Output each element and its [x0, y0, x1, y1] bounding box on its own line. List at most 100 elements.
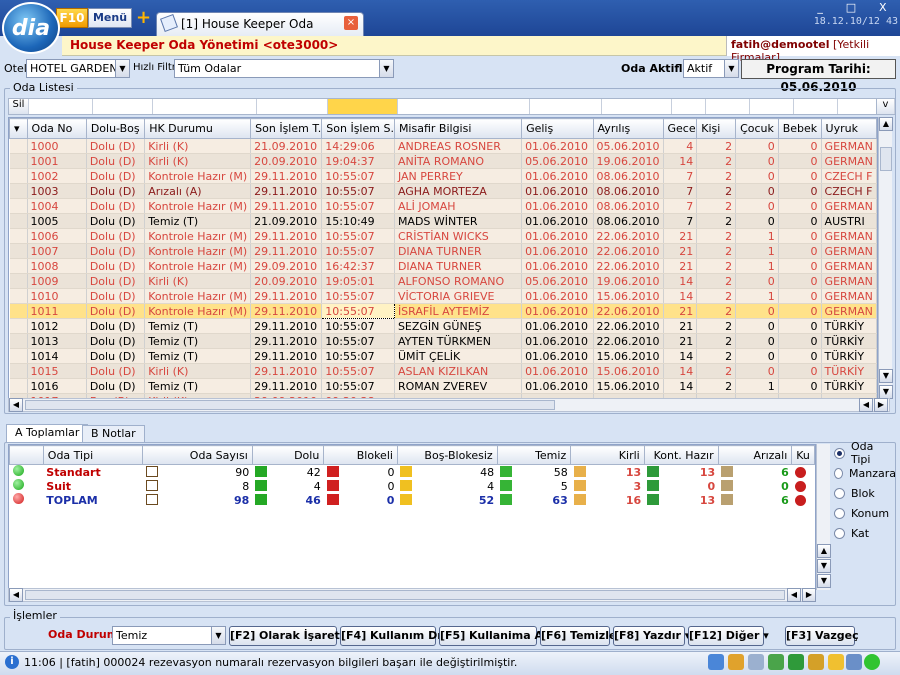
tab-close-button[interactable]: ×	[344, 16, 358, 30]
summary-vscroll[interactable]: ▲ ▼ ▼	[816, 444, 831, 590]
table-row[interactable]: 1002 Dolu (D) Kontrole Hazır (M) 29.11.2010…	[9, 168, 877, 184]
table-row[interactable]: 1000 Dolu (D) Kirli (K) 21.09.2010 14:29:06 A…	[9, 138, 877, 154]
radio-manzara[interactable]: Manzara	[834, 463, 896, 483]
tab-toplamlar[interactable]: A Toplamlar	[6, 424, 89, 442]
scroll-bottom-icon[interactable]: ▼	[817, 574, 831, 588]
radio-oda-tipi[interactable]: Oda Tipi	[834, 440, 896, 466]
column-header[interactable]: Kişi	[696, 118, 737, 139]
row-indicator[interactable]	[9, 153, 28, 169]
maximize-button[interactable]: □	[846, 1, 856, 15]
table-row[interactable]: 1009 Dolu (D) Kirli (K) 20.09.2010 19:05:01 A…	[9, 273, 877, 289]
f2-mark-button[interactable]: [F2] Olarak İşaretle	[229, 626, 351, 646]
column-header[interactable]: Oda Tipi	[42, 445, 144, 465]
table-row[interactable]: 1012 Dolu (D) Temiz (T) 29.11.2010 10:55:07 S…	[9, 318, 877, 334]
row-indicator[interactable]	[9, 198, 28, 214]
radio-button[interactable]	[834, 507, 845, 519]
scroll-up-icon[interactable]: ▲	[817, 544, 831, 558]
filter-cell[interactable]	[672, 99, 706, 114]
column-header[interactable]: Dolu-Boş	[85, 118, 146, 139]
otel-select[interactable]: HOTEL GARDEN ▼	[26, 59, 130, 78]
table-row[interactable]: 1010 Dolu (D) Kontrole Hazır (M) 29.11.2010…	[9, 288, 877, 304]
new-tab-plus-icon[interactable]: +	[136, 8, 152, 28]
hscroll-thumb[interactable]	[25, 400, 555, 410]
radio-blok[interactable]: Blok	[834, 483, 896, 503]
f8-print-button[interactable]: [F8] Yazdır ▾	[613, 626, 690, 646]
radio-konum[interactable]: Konum	[834, 503, 896, 523]
column-header[interactable]: Blokeli	[323, 445, 398, 465]
filter-cell[interactable]	[794, 99, 838, 114]
tab-house-keeper[interactable]: [1] House Keeper Oda Yönetimi	[156, 12, 364, 53]
scroll-left-icon[interactable]: ◀	[9, 588, 23, 602]
row-indicator[interactable]	[9, 138, 28, 154]
filter-cell[interactable]	[93, 99, 153, 114]
download-icon[interactable]	[808, 654, 824, 670]
row-indicator[interactable]	[9, 213, 28, 229]
row-indicator[interactable]	[9, 288, 28, 304]
chevron-down-icon[interactable]: ▼	[115, 60, 129, 77]
online-status-icon[interactable]	[864, 654, 880, 670]
radio-button[interactable]	[834, 527, 845, 539]
scroll-bottom-icon[interactable]: ▼	[879, 385, 893, 399]
column-header[interactable]: Temiz	[496, 445, 572, 465]
f10-button[interactable]: F10	[56, 8, 88, 28]
filter-cell[interactable]	[257, 99, 328, 114]
f6-clean-button[interactable]: [F6] Temizle	[540, 626, 616, 646]
filter-cell[interactable]	[602, 99, 672, 114]
sil-button[interactable]: Sil	[9, 99, 29, 114]
scroll-down-icon[interactable]: ▼	[879, 369, 893, 383]
row-indicator[interactable]	[9, 258, 28, 274]
column-header[interactable]: Son İşlem T.	[250, 118, 323, 139]
table-row[interactable]: 1014 Dolu (D) Temiz (T) 29.11.2010 10:55:07 Ü…	[9, 348, 877, 364]
column-header[interactable]: Boş-Blokesiz	[396, 445, 498, 465]
row-indicator[interactable]	[9, 378, 28, 394]
row-indicator[interactable]	[9, 243, 28, 259]
radio-button[interactable]	[834, 467, 844, 479]
help-icon[interactable]	[708, 654, 724, 670]
currency-icon[interactable]	[788, 654, 804, 670]
table-row[interactable]: 1003 Dolu (D) Arızalı (A) 29.11.2010 10:55:0…	[9, 183, 877, 199]
chevron-down-icon[interactable]: ▼	[211, 627, 225, 644]
table-row[interactable]: 1016 Dolu (D) Temiz (T) 29.11.2010 10:55:07 R…	[9, 378, 877, 394]
row-indicator[interactable]	[9, 348, 28, 364]
column-header[interactable]: Kirli	[570, 445, 645, 465]
table-row[interactable]: 1011 Dolu (D) Kontrole Hazır (M) 29.11.2010…	[9, 303, 877, 319]
summary-grid[interactable]: Oda Tipi Oda Sayısı Dolu Blokeli Boş-Blokesi…	[8, 444, 816, 590]
row-indicator[interactable]	[9, 183, 28, 199]
column-header[interactable]: Uyruk	[820, 118, 877, 139]
table-row[interactable]: 1015 Dolu (D) Kirli (K) 29.11.2010 10:55:07 A…	[9, 363, 877, 379]
row-indicator[interactable]	[9, 318, 28, 334]
column-header[interactable]: Bebek	[777, 118, 822, 139]
row-indicator-header[interactable]: ▾	[9, 118, 28, 139]
scroll-left-icon[interactable]: ◀	[9, 398, 23, 412]
f4-out-of-use-button[interactable]: [F4] Kullanım Dışı	[340, 626, 451, 646]
column-filter-row[interactable]: Sil v	[8, 98, 895, 115]
column-header[interactable]: Oda No	[26, 118, 87, 139]
chevron-down-icon[interactable]: ▼	[724, 60, 738, 77]
filter-cell[interactable]	[398, 99, 530, 114]
table-row[interactable]: 1013 Dolu (D) Temiz (T) 29.11.2010 10:55:07 A…	[9, 333, 877, 349]
refresh-icon[interactable]	[768, 654, 784, 670]
room-grid-hscroll[interactable]: ◀ ◀ ▶	[8, 398, 890, 412]
summary-hscroll[interactable]: ◀ ◀ ▶	[8, 588, 816, 602]
oda-durumu-select[interactable]: Temiz ▼	[112, 626, 226, 645]
filter-cell[interactable]	[153, 99, 257, 114]
column-header[interactable]: Dolu	[251, 445, 325, 465]
column-chooser-button[interactable]: v	[876, 99, 895, 114]
column-header[interactable]: Arızalı	[717, 445, 793, 465]
radio-kat[interactable]: Kat	[834, 523, 896, 543]
row-indicator[interactable]	[9, 363, 28, 379]
column-header[interactable]: Ayrılış	[592, 118, 664, 139]
row-indicator[interactable]	[9, 168, 28, 184]
filter-cell[interactable]	[29, 99, 93, 114]
column-header[interactable]: Çocuk	[735, 118, 779, 139]
scroll-right-icon[interactable]: ▶	[874, 398, 888, 412]
table-row[interactable]: 1006 Dolu (D) Kontrole Hazır (M) 29.11.2010…	[9, 228, 877, 244]
hizli-filtre-select[interactable]: Tüm Odalar ▼	[174, 59, 394, 78]
row-indicator[interactable]	[9, 303, 28, 319]
scroll-left-end-icon[interactable]: ◀	[787, 588, 801, 602]
table-row[interactable]: 1007 Dolu (D) Kontrole Hazır (M) 29.11.2010…	[9, 243, 877, 259]
column-header[interactable]: Geliş	[521, 118, 594, 139]
radio-button[interactable]	[834, 487, 845, 499]
room-grid-vscroll[interactable]: ▲ ▼ ▼	[878, 117, 893, 399]
scroll-left-end-icon[interactable]: ◀	[859, 398, 873, 412]
